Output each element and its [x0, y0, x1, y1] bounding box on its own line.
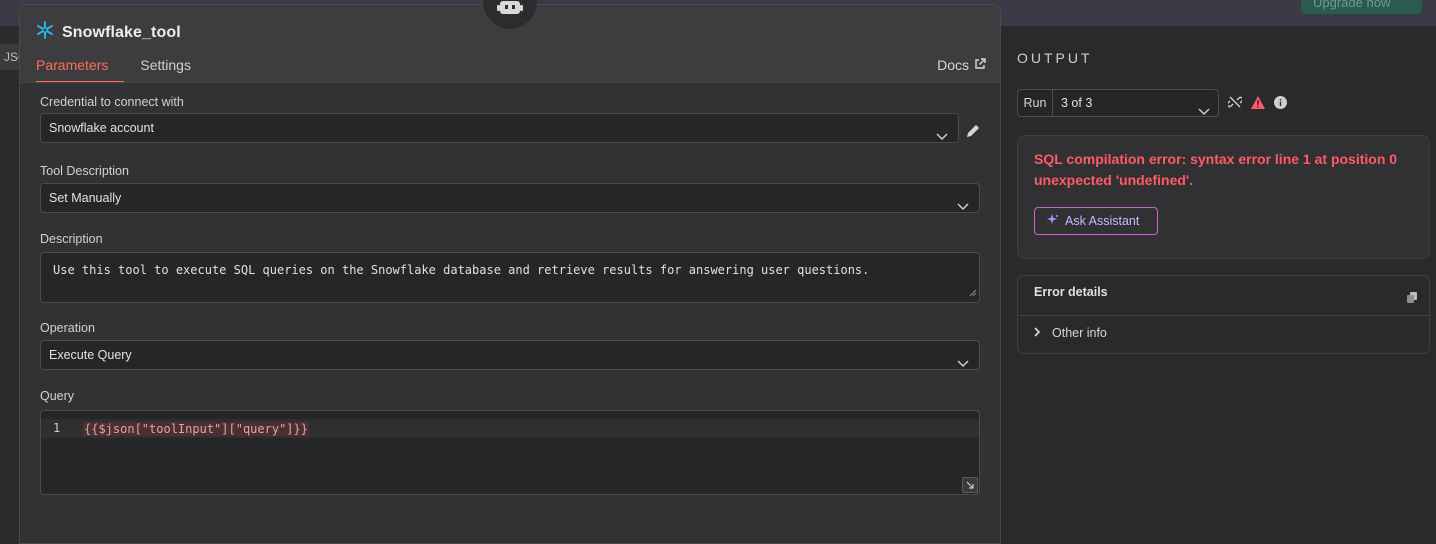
sparkle-icon [1047, 213, 1059, 229]
node-parameters-panel: Snowflake_tool Parameters Settings Docs … [19, 4, 1001, 544]
resize-grip-icon[interactable] [969, 286, 977, 300]
code-line: 1 {{$json["toolInput"]["query"]}} [41, 419, 979, 438]
output-panel: OUTPUT Run 3 of 3 SQL compilation error:… [1001, 26, 1436, 544]
info-icon[interactable] [1274, 95, 1287, 114]
expand-editor-button[interactable] [962, 477, 978, 493]
other-info-toggle[interactable]: Other info [1034, 326, 1107, 340]
description-textarea[interactable]: Use this tool to execute SQL queries on … [40, 252, 980, 303]
chevron-down-icon [936, 123, 948, 151]
docs-link[interactable]: Docs [937, 57, 986, 73]
chevron-down-icon [957, 350, 969, 378]
run-label: Run [1018, 90, 1053, 116]
run-selector[interactable]: Run 3 of 3 [1017, 89, 1219, 117]
docs-label: Docs [937, 57, 969, 73]
query-expression: {{$json["toolInput"]["query"]}} [83, 422, 309, 436]
line-number: 1 [53, 421, 61, 435]
external-link-icon [974, 57, 986, 73]
error-details-title: Error details [1034, 285, 1108, 299]
chevron-right-icon [1034, 326, 1041, 340]
credential-select[interactable]: Snowflake account [40, 113, 959, 143]
parameters-content: Credential to connect with Snowflake acc… [20, 82, 1000, 543]
node-title: Snowflake_tool [62, 23, 181, 41]
snowflake-icon [36, 21, 54, 44]
query-code-editor[interactable]: 1 {{$json["toolInput"]["query"]}} [40, 410, 980, 495]
description-label: Description [40, 232, 103, 246]
error-details-box: Error details Other info [1017, 275, 1430, 354]
copy-icon[interactable] [1407, 290, 1417, 308]
query-label: Query [40, 389, 75, 403]
tool-description-value: Set Manually [49, 191, 122, 205]
tab-settings[interactable]: Settings [140, 55, 207, 83]
warning-icon [1251, 95, 1265, 114]
error-box: SQL compilation error: syntax error line… [1017, 135, 1430, 259]
operation-select[interactable]: Execute Query [40, 340, 980, 370]
credential-label: Credential to connect with [40, 95, 184, 109]
ask-assistant-label: Ask Assistant [1065, 214, 1140, 228]
output-title: OUTPUT [1017, 50, 1093, 66]
upgrade-button[interactable]: Upgrade now [1301, 0, 1422, 14]
run-value: 3 of 3 [1061, 96, 1093, 110]
error-message: SQL compilation error: syntax error line… [1034, 151, 1398, 188]
unlink-icon[interactable] [1226, 95, 1244, 114]
tab-parameters[interactable]: Parameters [36, 55, 125, 83]
credential-value: Snowflake account [49, 121, 154, 135]
chevron-down-icon [957, 193, 969, 221]
tool-description-select[interactable]: Set Manually [40, 183, 980, 213]
other-info-label: Other info [1052, 326, 1107, 340]
operation-label: Operation [40, 321, 95, 335]
description-text: Use this tool to execute SQL queries on … [53, 263, 870, 277]
upgrade-label: Upgrade now [1313, 0, 1391, 10]
ask-assistant-button[interactable]: Ask Assistant [1034, 207, 1158, 235]
chevron-down-icon [1198, 99, 1210, 125]
operation-value: Execute Query [49, 348, 132, 362]
tool-description-label: Tool Description [40, 164, 129, 178]
edit-credential-pencil-icon[interactable] [965, 123, 981, 144]
left-strip [0, 26, 20, 544]
